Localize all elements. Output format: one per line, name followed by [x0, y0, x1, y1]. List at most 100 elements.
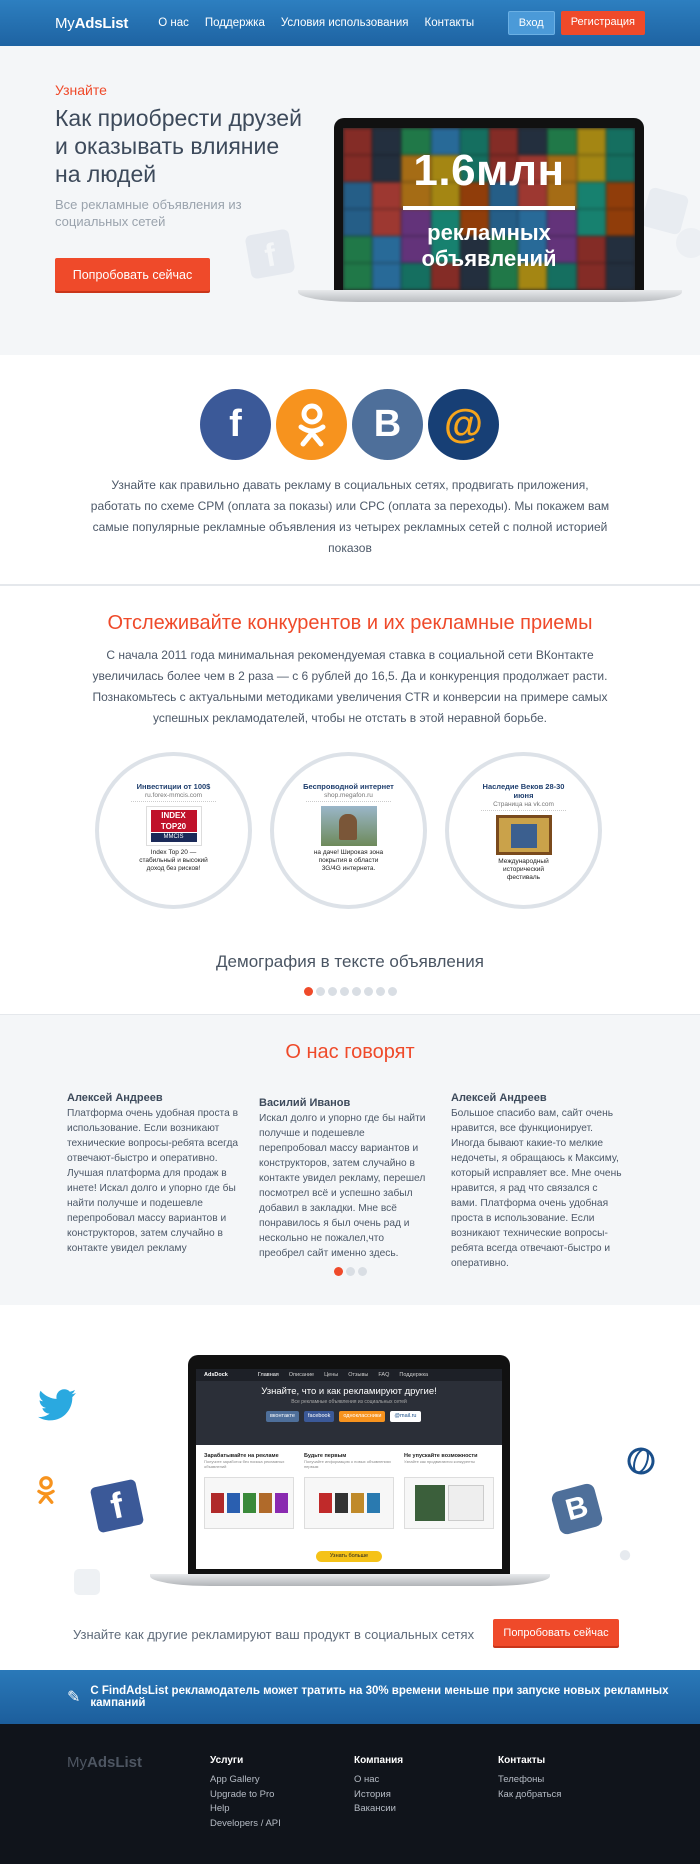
footer-link[interactable]: App Gallery: [210, 1773, 281, 1788]
info-banner: ✎ С FindAdsList рекламодатель может трат…: [0, 1670, 700, 1724]
ads-count-label: рекламных объявлений: [421, 220, 557, 271]
hero-section: f Узнайте Как приобрести друзей и оказыв…: [0, 46, 700, 355]
footer-link[interactable]: Help: [210, 1802, 281, 1817]
nav-link-about[interactable]: О нас: [158, 17, 189, 29]
footer-link[interactable]: Телефоны: [498, 1773, 561, 1788]
ad-image: [320, 806, 377, 846]
carousel-dot[interactable]: [357, 1267, 367, 1276]
ads-count: 1.6млн: [413, 146, 565, 195]
footer-column-title: Услуги: [210, 1755, 244, 1766]
promo-try-now-button[interactable]: Попробовать сейчас: [493, 1619, 619, 1646]
footer-column-title: Компания: [354, 1755, 404, 1766]
competitors-carousel-dots: [0, 987, 700, 996]
testimonial: Алексей Андреев Большое спасибо вам, сай…: [451, 1092, 623, 1271]
screen-nav-item: Главная: [257, 1372, 279, 1378]
footer-column-company: Компания О нас История Вакансии: [354, 1755, 403, 1817]
nav-link-contacts[interactable]: Контакты: [425, 17, 475, 29]
screen-nav-item: FAQ: [378, 1372, 390, 1378]
testimonial-text: Платформа очень удобная проста в использ…: [67, 1108, 239, 1254]
screen-nav-item: Отзывы: [348, 1372, 369, 1378]
competitors-section: Отслеживайте конкурентов и их рекламные …: [0, 585, 700, 1015]
screen-vk-logo: вконтакте: [266, 1411, 299, 1422]
laptop-base: [298, 290, 682, 302]
vkontakte-icon: B: [352, 389, 423, 460]
background-ok-icon: ●: [617, 1541, 633, 1568]
background-vk-icon: [74, 1569, 100, 1595]
ad-image: [495, 815, 552, 855]
carousel-caption: Демография в тексте объявления: [216, 952, 484, 971]
screen-ok-logo: одноклассники: [339, 1411, 386, 1422]
hero-subtitle: Все рекламные объявления из социальных с…: [55, 197, 242, 229]
footer-link[interactable]: Upgrade to Pro: [210, 1788, 281, 1803]
odnoklassniki-icon: [276, 389, 347, 460]
footer-link[interactable]: Вакансии: [354, 1802, 403, 1817]
ads-divider: [403, 206, 575, 210]
pen-icon: ✎: [67, 1689, 81, 1706]
carousel-dot[interactable]: [387, 987, 397, 996]
carousel-dot[interactable]: [375, 987, 385, 996]
screen-feature: Не упускайте возможности Узнайте как про…: [404, 1453, 494, 1529]
carousel-dot[interactable]: [333, 1267, 343, 1276]
nav-link-support[interactable]: Поддержка: [205, 17, 265, 29]
nav-link-terms[interactable]: Условия использования: [281, 17, 409, 29]
screen-title: Узнайте, что и как рекламируют другие!: [261, 1386, 437, 1397]
ad-title: Инвестиции от 100$: [136, 782, 211, 791]
screen-nav-item: Поддержка: [399, 1372, 429, 1378]
laptop-display: 1.6млн рекламных объявлений: [343, 128, 635, 290]
testimonial-text: Большое спасибо вам, сайт очень нравится…: [451, 1108, 622, 1269]
logo[interactable]: MyAdsList: [55, 15, 128, 32]
screen-brand: AdsDock: [204, 1372, 228, 1378]
footer-link[interactable]: История: [354, 1788, 403, 1803]
screen-facebook-logo: facebook: [304, 1411, 335, 1422]
promo-laptop-image: AdsDock Главная Описание Цены Отзывы FAQ…: [150, 1355, 550, 1587]
footer-link[interactable]: Developers / API: [210, 1817, 281, 1832]
hero-kicker: Узнайте: [55, 82, 107, 98]
carousel-dot[interactable]: [327, 987, 337, 996]
carousel-dot[interactable]: [351, 987, 361, 996]
hero-laptop-image: 1.6млн рекламных объявлений: [298, 118, 682, 306]
competitors-description: С начала 2011 года минимальная рекоменду…: [92, 648, 608, 725]
hero-try-now-button[interactable]: Попробовать сейчас: [55, 258, 210, 291]
banner-text: С FindAdsList рекламодатель может тратит…: [90, 1685, 669, 1709]
register-button[interactable]: Регистрация: [560, 11, 645, 35]
carousel-dot[interactable]: [339, 987, 349, 996]
testimonial-text: Искал долго и упорно где бы найти получш…: [259, 1113, 426, 1259]
carousel-dot[interactable]: [315, 987, 325, 996]
screen-feature: Будьте первым Получайте информацию о нов…: [304, 1453, 394, 1529]
main-nav: О нас Поддержка Условия использования Ко…: [158, 17, 474, 29]
carousel-dot[interactable]: [363, 987, 373, 996]
laptop-base: [150, 1574, 550, 1586]
ad-example-card[interactable]: Беспроводной интернет shop.megafon.ru на…: [270, 752, 427, 909]
testimonials-section: О нас говорят Алексей Андреев Платформа …: [0, 1015, 700, 1305]
footer-column-services: Услуги App Gallery Upgrade to Pro Help D…: [210, 1755, 281, 1831]
hero-title: Как приобрести друзей и оказывать влияни…: [55, 105, 302, 187]
twitter-icon: [36, 1388, 80, 1422]
footer-column-title: Контакты: [498, 1755, 546, 1766]
testimonial: Василий Иванов Искал долго и упорно где …: [259, 1097, 431, 1261]
footer-column-contacts: Контакты Телефоны Как добраться: [498, 1755, 561, 1802]
screen-nav-item: Цены: [324, 1372, 339, 1378]
screen-subtitle: Все рекламные объявления из социальных с…: [291, 1399, 407, 1405]
login-button[interactable]: Вход: [507, 11, 555, 35]
ad-title: Беспроводной интернет: [303, 782, 394, 791]
footer: MyAdsList Услуги App Gallery Upgrade to …: [0, 1724, 700, 1864]
screen-nav-item: Описание: [288, 1372, 315, 1378]
footer-link[interactable]: Как добраться: [498, 1788, 561, 1803]
background-facebook-icon: f: [244, 228, 296, 280]
top-navbar: MyAdsList О нас Поддержка Условия исполь…: [0, 0, 700, 46]
carousel-dot[interactable]: [345, 1267, 355, 1276]
testimonial-author: Алексей Андреев: [451, 1092, 547, 1104]
testimonial-author: Алексей Андреев: [67, 1092, 163, 1104]
competitors-title: Отслеживайте конкурентов и их рекламные …: [107, 612, 593, 634]
testimonial: Алексей Андреев Платформа очень удобная …: [67, 1092, 239, 1256]
footer-logo[interactable]: MyAdsList: [67, 1754, 142, 1771]
testimonials-title: О нас говорят: [285, 1041, 415, 1063]
footer-link[interactable]: О нас: [354, 1773, 403, 1788]
screen-feature: Зарабатывайте на рекламе Получите зарабо…: [204, 1453, 294, 1529]
mailru-icon: @: [428, 389, 499, 460]
ad-example-card[interactable]: Наследие Веков 28-30 июня Страница на vk…: [445, 752, 602, 909]
ad-url: Страница на vk.com: [481, 800, 566, 811]
ad-example-card[interactable]: Инвестиции от 100$ ru.forex-mmcis.com IN…: [95, 752, 252, 909]
carousel-dot[interactable]: [303, 987, 313, 996]
ad-url: ru.forex-mmcis.com: [131, 791, 216, 802]
